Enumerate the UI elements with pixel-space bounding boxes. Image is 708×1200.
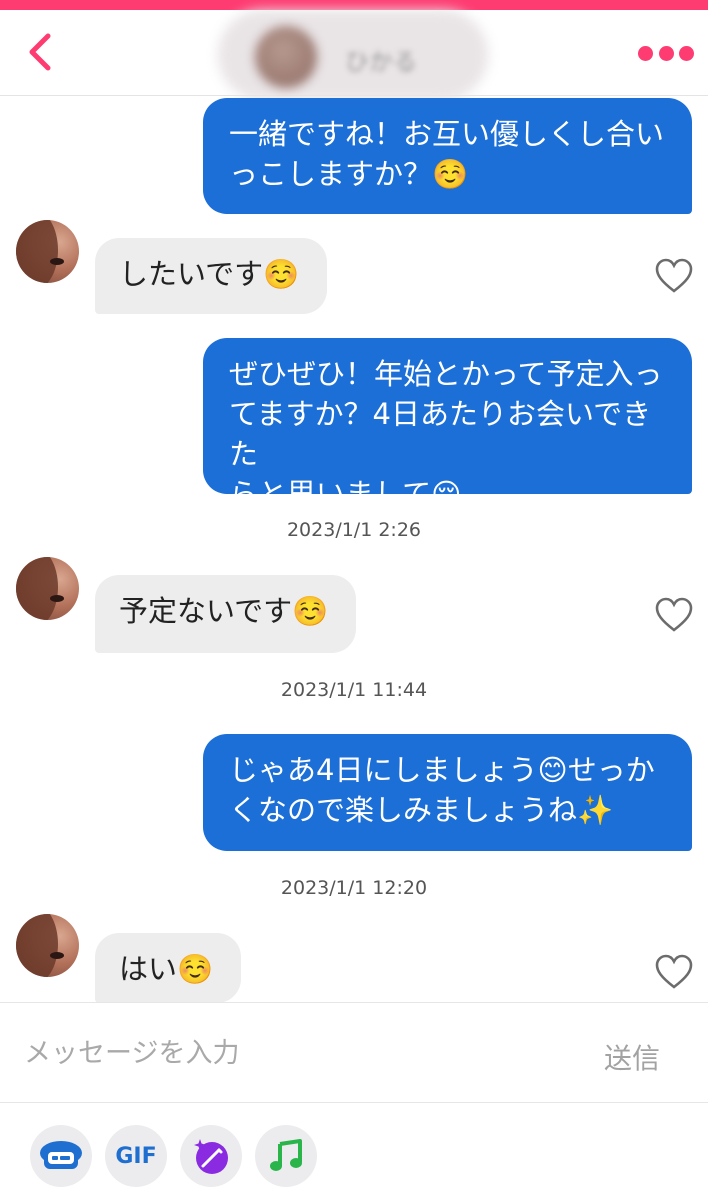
gif-button[interactable]: GIF (105, 1125, 167, 1187)
message-text: したいです (119, 257, 264, 291)
chevron-left-icon (29, 33, 51, 71)
sparkles-emoji-icon: ✨ (577, 793, 614, 827)
attachment-toolbar: GIF (0, 1102, 708, 1200)
sticker-button[interactable] (30, 1125, 92, 1187)
top-accent-bar (0, 0, 708, 10)
dot-icon (658, 45, 674, 61)
message-timestamp: 2023/1/1 11:44 (280, 679, 428, 701)
relieved-emoji-icon: 😌 (431, 477, 462, 511)
message-text: くなので楽しみましょうね✨ (229, 793, 614, 827)
message-input[interactable] (24, 1033, 544, 1073)
message-timestamp: 2023/1/1 12:20 (280, 877, 428, 899)
avatar[interactable] (16, 557, 79, 620)
contact-avatar[interactable] (255, 26, 317, 88)
avatar[interactable] (16, 220, 79, 283)
incoming-message[interactable]: 予定ないです☺️ (95, 575, 357, 653)
message-composer: 送信 (0, 1002, 708, 1102)
heart-icon[interactable] (655, 258, 693, 294)
chat-header: ひかる (0, 10, 708, 100)
dot-icon (679, 45, 694, 61)
message-text: らと思いまして😌 (229, 477, 462, 511)
incoming-message[interactable]: したいです☺️ (95, 238, 328, 314)
message-text: てますか？4日あたりお会いできた (229, 397, 652, 471)
smiling-emoji-icon: ☺️ (432, 157, 469, 191)
magic-icon (194, 1139, 228, 1174)
blush-emoji-icon: 😊 (537, 753, 568, 787)
avatar[interactable] (16, 914, 79, 977)
outgoing-message[interactable]: 一緒ですね！お互い優しくし合い っこしますか？☺️ (203, 98, 692, 214)
music-button[interactable] (255, 1125, 317, 1187)
more-options-button[interactable] (638, 42, 694, 64)
message-text: っこしますか？☺️ (229, 157, 469, 191)
contact-name[interactable]: ひかる (345, 42, 417, 77)
heart-icon[interactable] (655, 597, 693, 633)
send-button[interactable]: 送信 (604, 1037, 660, 1077)
gif-icon: GIF (115, 1143, 157, 1169)
message-text: じゃあ4日にしましょう😊せっか (229, 753, 655, 787)
outgoing-message[interactable]: ぜひぜひ！年始とかって予定入っ てますか？4日あたりお会いできた らと思いまして… (203, 338, 692, 511)
music-icon (270, 1139, 302, 1171)
message-text: 一緒ですね！お互い優しくし合い (229, 117, 665, 151)
message-text: はい (119, 952, 178, 986)
message-text: ぜひぜひ！年始とかって予定入っ (229, 357, 663, 391)
smiling-emoji-icon: ☺️ (177, 952, 214, 986)
message-timestamp: 2023/1/1 2:26 (286, 519, 422, 541)
back-button[interactable] (22, 30, 62, 74)
outgoing-message[interactable]: じゃあ4日にしましょう😊せっか くなので楽しみましょうね✨ (203, 734, 692, 851)
smiling-emoji-icon: ☺️ (292, 594, 329, 628)
dot-icon (638, 45, 653, 61)
smiling-emoji-icon: ☺️ (263, 257, 300, 291)
sticker-icon (40, 1141, 82, 1169)
incoming-message[interactable]: はい☺️ (95, 933, 242, 1003)
message-text: 予定ないです (119, 594, 293, 628)
magic-button[interactable] (180, 1125, 242, 1187)
heart-icon[interactable] (655, 954, 693, 990)
